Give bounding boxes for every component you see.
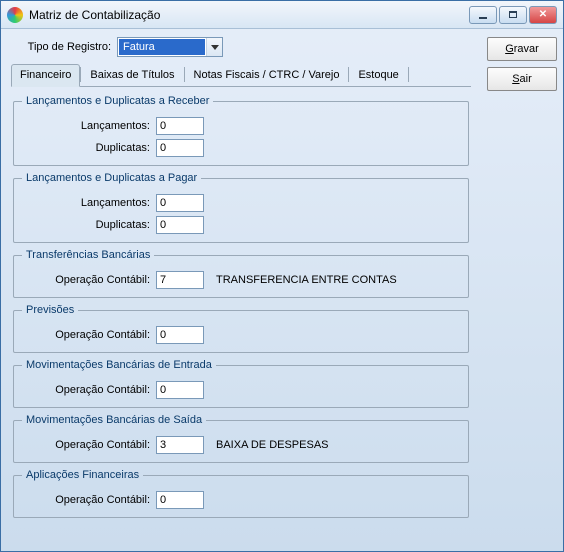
tipo-registro-value: Fatura xyxy=(119,39,205,55)
sair-button[interactable]: Sair xyxy=(487,67,557,91)
group-transferencias: Transferências Bancárias Operação Contáb… xyxy=(13,249,469,298)
group-transferencias-legend: Transferências Bancárias xyxy=(22,249,154,261)
tab-separator xyxy=(408,67,409,82)
pagar-duplicatas-label: Duplicatas: xyxy=(22,219,150,231)
transf-op-label: Operação Contábil: xyxy=(22,274,150,286)
sair-rest: air xyxy=(520,73,532,85)
titlebar: Matriz de Contabilização ✕ xyxy=(1,1,563,29)
group-mov-entrada: Movimentações Bancárias de Entrada Opera… xyxy=(13,359,469,408)
tab-content-financeiro: Lançamentos e Duplicatas a Receber Lança… xyxy=(11,87,471,526)
tipo-registro-row: Tipo de Registro: Fatura xyxy=(11,37,471,57)
group-receber-legend: Lançamentos e Duplicatas a Receber xyxy=(22,95,213,107)
maximize-button[interactable] xyxy=(499,6,527,24)
group-receber: Lançamentos e Duplicatas a Receber Lança… xyxy=(13,95,469,166)
prev-op-input[interactable] xyxy=(156,326,204,344)
pagar-duplicatas-input[interactable] xyxy=(156,216,204,234)
tab-baixas[interactable]: Baixas de Títulos xyxy=(81,64,183,87)
mov-saida-op-input[interactable] xyxy=(156,436,204,454)
gravar-button[interactable]: Gravar xyxy=(487,37,557,61)
group-aplicacoes: Aplicações Financeiras Operação Contábil… xyxy=(13,469,469,518)
tab-estoque[interactable]: Estoque xyxy=(349,64,407,87)
mov-saida-op-label: Operação Contábil: xyxy=(22,439,150,451)
group-pagar-legend: Lançamentos e Duplicatas a Pagar xyxy=(22,172,201,184)
group-previsoes: Previsões Operação Contábil: xyxy=(13,304,469,353)
minimize-button[interactable] xyxy=(469,6,497,24)
side-panel: Gravar Sair xyxy=(481,29,563,551)
group-pagar: Lançamentos e Duplicatas a Pagar Lançame… xyxy=(13,172,469,243)
group-mov-entrada-legend: Movimentações Bancárias de Entrada xyxy=(22,359,216,371)
app-window: Matriz de Contabilização ✕ Tipo de Regis… xyxy=(0,0,564,552)
group-mov-saida-legend: Movimentações Bancárias de Saída xyxy=(22,414,206,426)
receber-duplicatas-input[interactable] xyxy=(156,139,204,157)
tab-financeiro[interactable]: Financeiro xyxy=(11,64,80,87)
tab-notas[interactable]: Notas Fiscais / CTRC / Varejo xyxy=(185,64,349,87)
tipo-registro-combo[interactable]: Fatura xyxy=(117,37,223,57)
group-mov-saida: Movimentações Bancárias de Saída Operaçã… xyxy=(13,414,469,463)
window-title: Matriz de Contabilização xyxy=(29,8,469,22)
prev-op-label: Operação Contábil: xyxy=(22,329,150,341)
receber-duplicatas-label: Duplicatas: xyxy=(22,142,150,154)
gravar-rest: ravar xyxy=(514,43,539,55)
receber-lancamentos-label: Lançamentos: xyxy=(22,120,150,132)
mov-entrada-op-input[interactable] xyxy=(156,381,204,399)
group-previsoes-legend: Previsões xyxy=(22,304,78,316)
main-panel: Tipo de Registro: Fatura Financeiro Baix… xyxy=(1,29,481,551)
group-aplicacoes-legend: Aplicações Financeiras xyxy=(22,469,143,481)
aplic-op-input[interactable] xyxy=(156,491,204,509)
aplic-op-label: Operação Contábil: xyxy=(22,494,150,506)
gravar-accel: G xyxy=(505,43,514,55)
body-area: Tipo de Registro: Fatura Financeiro Baix… xyxy=(1,29,563,551)
chevron-down-icon xyxy=(206,38,222,56)
tipo-registro-label: Tipo de Registro: xyxy=(11,41,111,53)
app-icon xyxy=(7,7,23,23)
transf-op-input[interactable] xyxy=(156,271,204,289)
close-button[interactable]: ✕ xyxy=(529,6,557,24)
tab-strip: Financeiro Baixas de Títulos Notas Fisca… xyxy=(11,63,471,87)
sair-accel: S xyxy=(512,73,519,85)
pagar-lancamentos-input[interactable] xyxy=(156,194,204,212)
pagar-lancamentos-label: Lançamentos: xyxy=(22,197,150,209)
mov-saida-op-desc: BAIXA DE DESPESAS xyxy=(216,439,329,451)
transf-op-desc: TRANSFERENCIA ENTRE CONTAS xyxy=(216,274,397,286)
mov-entrada-op-label: Operação Contábil: xyxy=(22,384,150,396)
window-buttons: ✕ xyxy=(469,6,557,24)
receber-lancamentos-input[interactable] xyxy=(156,117,204,135)
